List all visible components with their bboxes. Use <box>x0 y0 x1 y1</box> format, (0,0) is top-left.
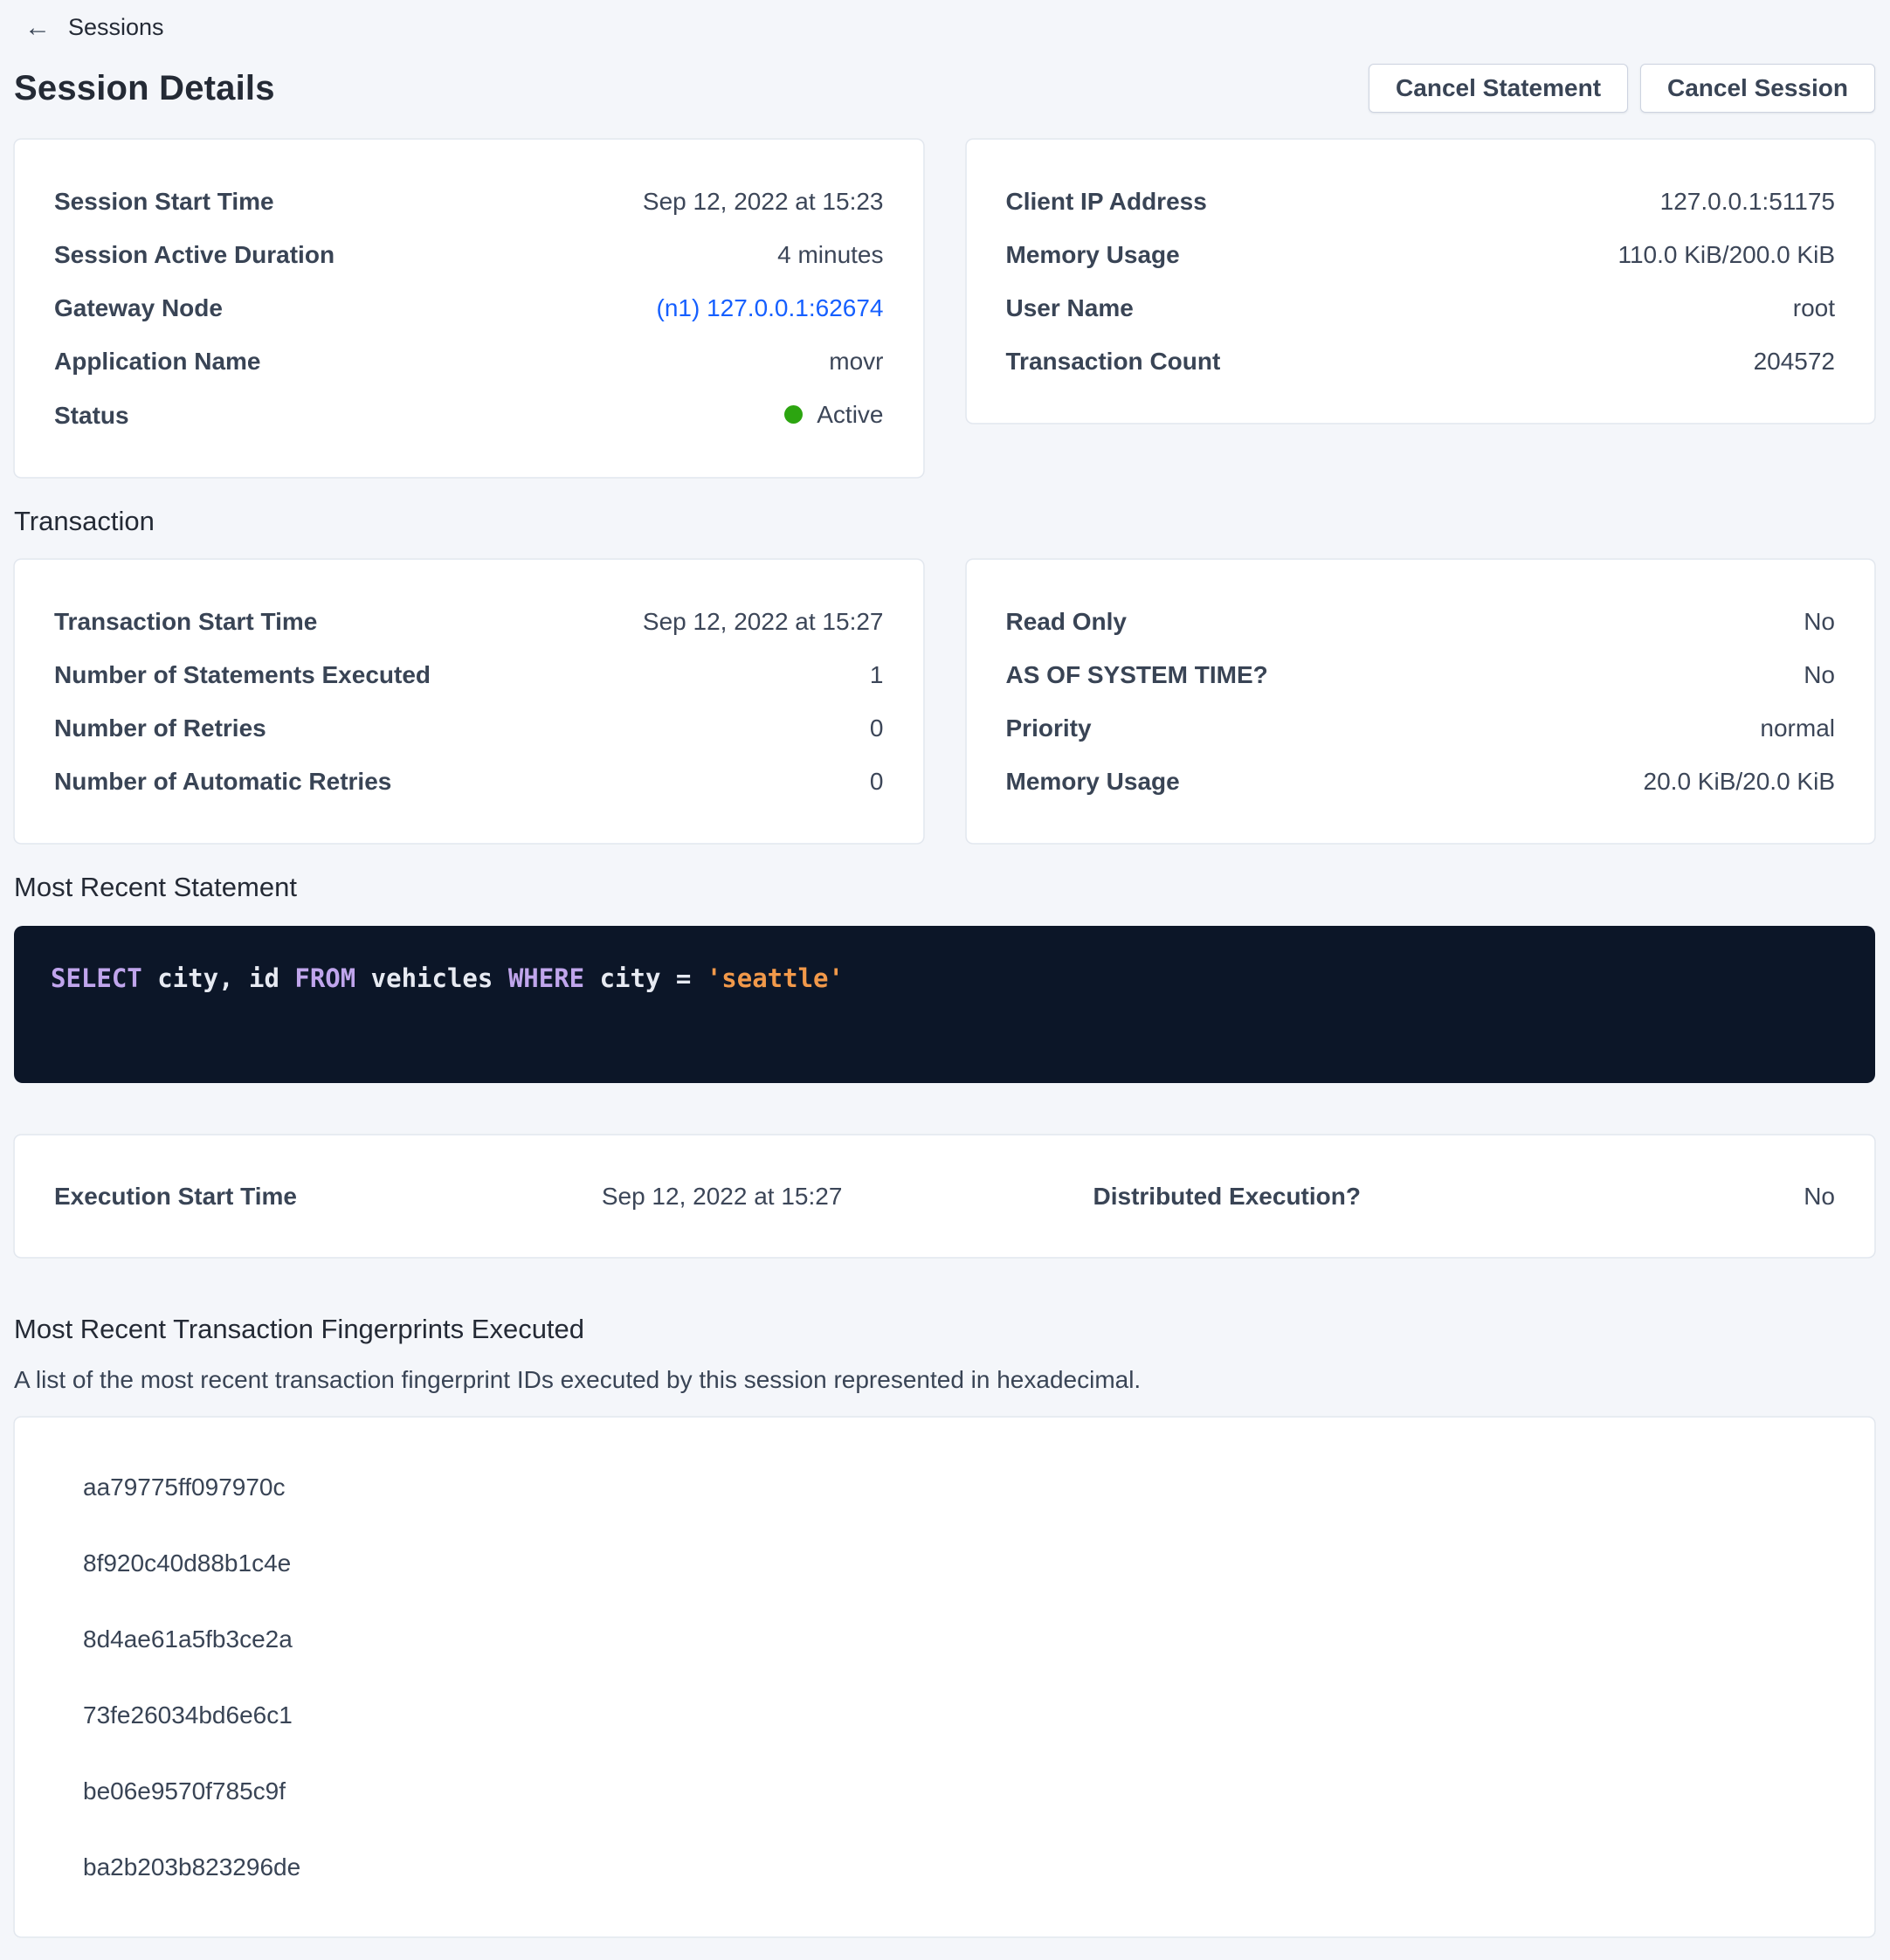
session-details-page: ← Sessions Session Details Cancel Statem… <box>0 0 1890 1960</box>
session-memory-usage-row: Memory Usage 110.0 KiB/200.0 KiB <box>1006 228 1836 281</box>
transaction-card-right: Read Only No AS OF SYSTEM TIME? No Prior… <box>966 559 1876 844</box>
transaction-count-value: 204572 <box>1754 346 1835 376</box>
execution-start-time-label: Execution Start Time <box>54 1181 500 1211</box>
retries-label: Number of Retries <box>54 713 266 743</box>
statements-executed-label: Number of Statements Executed <box>54 659 431 690</box>
fingerprint-item: be06e9570f785c9f <box>83 1753 1835 1829</box>
session-active-duration-label: Session Active Duration <box>54 239 335 270</box>
fingerprint-item: ba2b203b823296de <box>83 1829 1835 1905</box>
execution-summary-card: Execution Start Time Sep 12, 2022 at 15:… <box>14 1135 1875 1258</box>
application-name-label: Application Name <box>54 346 260 376</box>
sql-condition: city = <box>584 963 707 993</box>
distributed-execution-label: Distributed Execution? <box>945 1181 1480 1211</box>
back-to-sessions-link[interactable]: ← Sessions <box>14 12 164 41</box>
cancel-statement-button[interactable]: Cancel Statement <box>1369 64 1628 113</box>
session-active-duration-row: Session Active Duration 4 minutes <box>54 228 884 281</box>
fingerprints-card: aa79775ff097970c 8f920c40d88b1c4e 8d4ae6… <box>14 1417 1875 1937</box>
session-start-time-value: Sep 12, 2022 at 15:23 <box>643 186 884 217</box>
session-memory-usage-label: Memory Usage <box>1006 239 1180 270</box>
transaction-summary-row: Transaction Start Time Sep 12, 2022 at 1… <box>14 559 1875 844</box>
automatic-retries-row: Number of Automatic Retries 0 <box>54 755 884 808</box>
automatic-retries-value: 0 <box>870 766 884 797</box>
statements-executed-value: 1 <box>870 659 884 690</box>
client-ip-row: Client IP Address 127.0.0.1:51175 <box>1006 175 1836 228</box>
status-row: Status Active <box>54 388 884 442</box>
gateway-node-row: Gateway Node (n1) 127.0.0.1:62674 <box>54 281 884 335</box>
session-memory-usage-value: 110.0 KiB/200.0 KiB <box>1618 239 1835 270</box>
most-recent-statement-heading: Most Recent Statement <box>14 872 1875 903</box>
execution-start-time-value: Sep 12, 2022 at 15:27 <box>500 1181 945 1211</box>
fingerprints-description: A list of the most recent transaction fi… <box>14 1366 1875 1394</box>
retries-row: Number of Retries 0 <box>54 701 884 755</box>
distributed-execution-value: No <box>1479 1181 1835 1211</box>
transaction-memory-usage-label: Memory Usage <box>1006 766 1180 797</box>
fingerprint-item: aa79775ff097970c <box>83 1449 1835 1525</box>
execution-summary-grid: Execution Start Time Sep 12, 2022 at 15:… <box>54 1181 1835 1211</box>
transaction-memory-usage-row: Memory Usage 20.0 KiB/20.0 KiB <box>1006 755 1836 808</box>
as-of-system-time-row: AS OF SYSTEM TIME? No <box>1006 648 1836 701</box>
sql-keyword-select: SELECT <box>51 963 142 993</box>
cancel-session-button[interactable]: Cancel Session <box>1640 64 1875 113</box>
transaction-start-time-value: Sep 12, 2022 at 15:27 <box>643 606 884 637</box>
priority-value: normal <box>1760 713 1835 743</box>
transaction-card-left: Transaction Start Time Sep 12, 2022 at 1… <box>14 559 924 844</box>
as-of-system-time-value: No <box>1804 659 1835 690</box>
user-name-value: root <box>1793 293 1835 323</box>
statements-executed-row: Number of Statements Executed 1 <box>54 648 884 701</box>
sql-keyword-from: FROM <box>294 963 355 993</box>
status-label: Status <box>54 400 129 431</box>
page-header: Session Details Cancel Statement Cancel … <box>14 64 1875 113</box>
transaction-section-heading: Transaction <box>14 506 1875 537</box>
user-name-label: User Name <box>1006 293 1134 323</box>
fingerprints-heading: Most Recent Transaction Fingerprints Exe… <box>14 1314 1875 1345</box>
session-summary-card-left: Session Start Time Sep 12, 2022 at 15:23… <box>14 139 924 478</box>
sql-columns: city, id <box>142 963 295 993</box>
priority-label: Priority <box>1006 713 1092 743</box>
transaction-start-time-row: Transaction Start Time Sep 12, 2022 at 1… <box>54 595 884 648</box>
client-ip-value: 127.0.0.1:51175 <box>1660 186 1835 217</box>
sql-statement-box: SELECT city, id FROM vehicles WHERE city… <box>14 926 1875 1083</box>
application-name-value: movr <box>829 346 883 376</box>
fingerprint-item: 8d4ae61a5fb3ce2a <box>83 1601 1835 1677</box>
read-only-label: Read Only <box>1006 606 1127 637</box>
as-of-system-time-label: AS OF SYSTEM TIME? <box>1006 659 1268 690</box>
session-summary-row: Session Start Time Sep 12, 2022 at 15:23… <box>14 139 1875 478</box>
user-name-row: User Name root <box>1006 281 1836 335</box>
session-start-time-row: Session Start Time Sep 12, 2022 at 15:23 <box>54 175 884 228</box>
status-value: Active <box>784 399 883 430</box>
header-actions: Cancel Statement Cancel Session <box>1369 64 1875 113</box>
priority-row: Priority normal <box>1006 701 1836 755</box>
back-arrow-icon: ← <box>24 15 51 41</box>
back-link-label: Sessions <box>68 14 164 41</box>
gateway-node-label: Gateway Node <box>54 293 223 323</box>
session-summary-card-right: Client IP Address 127.0.0.1:51175 Memory… <box>966 139 1876 424</box>
fingerprint-item: 73fe26034bd6e6c1 <box>83 1677 1835 1753</box>
sql-table: vehicles <box>355 963 508 993</box>
client-ip-label: Client IP Address <box>1006 186 1207 217</box>
status-badge: Active <box>817 399 883 430</box>
page-title: Session Details <box>14 69 275 108</box>
transaction-count-row: Transaction Count 204572 <box>1006 335 1836 388</box>
automatic-retries-label: Number of Automatic Retries <box>54 766 391 797</box>
read-only-value: No <box>1804 606 1835 637</box>
application-name-row: Application Name movr <box>54 335 884 388</box>
transaction-memory-usage-value: 20.0 KiB/20.0 KiB <box>1644 766 1835 797</box>
transaction-count-label: Transaction Count <box>1006 346 1221 376</box>
read-only-row: Read Only No <box>1006 595 1836 648</box>
session-active-duration-value: 4 minutes <box>777 239 883 270</box>
gateway-node-link[interactable]: (n1) 127.0.0.1:62674 <box>657 293 884 323</box>
retries-value: 0 <box>870 713 884 743</box>
sql-keyword-where: WHERE <box>508 963 584 993</box>
transaction-start-time-label: Transaction Start Time <box>54 606 317 637</box>
session-start-time-label: Session Start Time <box>54 186 274 217</box>
fingerprint-item: 8f920c40d88b1c4e <box>83 1525 1835 1601</box>
status-active-dot-icon <box>784 405 803 424</box>
sql-string-literal: 'seattle' <box>707 963 844 993</box>
